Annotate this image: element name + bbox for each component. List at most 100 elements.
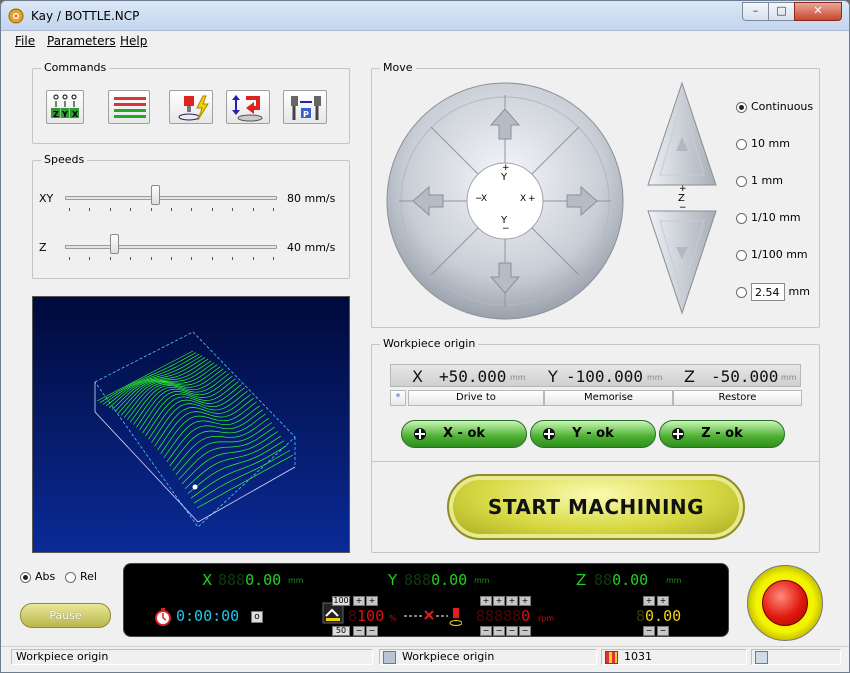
- mode-rel[interactable]: Rel: [65, 570, 97, 583]
- menu-file[interactable]: File: [15, 34, 35, 48]
- toolpath-line: [169, 413, 266, 467]
- z-offset-decrease-2-button[interactable]: −: [657, 626, 669, 636]
- emergency-stop-button[interactable]: [747, 565, 823, 641]
- speed-z-label: Z: [39, 241, 47, 254]
- mode-rel-radio[interactable]: [65, 571, 76, 583]
- feed-bottom-decrease-button[interactable]: −: [353, 626, 365, 636]
- spindle-dec-3-button[interactable]: −: [506, 626, 518, 636]
- step-10mm-radio[interactable]: [736, 138, 747, 150]
- reference-zyx-button[interactable]: Z Y X: [46, 90, 84, 124]
- origin-x-value: +50.000: [439, 367, 507, 386]
- x-ok-button[interactable]: X - ok: [401, 420, 527, 448]
- pause-button[interactable]: Pause: [20, 603, 111, 628]
- emergency-stop-cap[interactable]: [762, 580, 808, 626]
- speed-xy-track[interactable]: [65, 196, 277, 200]
- y-ok-button[interactable]: Y - ok: [530, 420, 656, 448]
- slider-tick: [252, 208, 254, 211]
- drive-to-button[interactable]: Drive to: [408, 390, 544, 406]
- step-custom[interactable]: 2.54 mm: [736, 283, 810, 301]
- timer-reset-button[interactable]: o: [251, 611, 263, 623]
- slider-tick: [211, 257, 213, 260]
- spindle-inc-1-button[interactable]: +: [480, 596, 492, 606]
- step-10mm[interactable]: 10 mm: [736, 137, 790, 150]
- program-list-button[interactable]: [108, 90, 150, 124]
- feed-top-decrease-button[interactable]: +: [366, 596, 378, 606]
- spindle-tool-button[interactable]: [169, 90, 213, 124]
- jog-z-up-arrow-icon: [647, 81, 717, 186]
- toolpath-line: [184, 435, 282, 490]
- spindle-inc-2-button[interactable]: +: [493, 596, 505, 606]
- z-offset-increase-2-button[interactable]: +: [657, 596, 669, 606]
- restore-button[interactable]: Restore: [673, 390, 802, 406]
- jog-y-plus-button[interactable]: [483, 123, 543, 133]
- toolpath-line: [148, 387, 245, 440]
- spindle-link-icon: [404, 608, 462, 626]
- z-offset-dim: 8: [636, 607, 646, 625]
- program-list-icon: [114, 97, 146, 118]
- slider-tick: [69, 257, 70, 260]
- spindle-unit: rpm: [538, 614, 555, 623]
- step-0-01mm[interactable]: 1/100 mm: [736, 248, 808, 261]
- minimize-button[interactable]: –: [742, 2, 769, 21]
- slider-tick: [109, 208, 111, 211]
- z-offset-increase-1-button[interactable]: +: [643, 596, 655, 606]
- step-1mm[interactable]: 1 mm: [736, 174, 783, 187]
- memorise-button[interactable]: Memorise: [544, 390, 673, 406]
- step-1mm-radio[interactable]: [736, 175, 747, 187]
- speed-xy-slider-thumb[interactable]: [150, 185, 160, 205]
- dro-y-unit: mm: [474, 576, 490, 585]
- step-10mm-label: 10 mm: [751, 137, 790, 150]
- step-0-01mm-label: 1/100 mm: [751, 248, 808, 261]
- spindle-dec-4-button[interactable]: −: [519, 626, 531, 636]
- mode-abs[interactable]: Abs: [20, 570, 55, 583]
- speed-z-ticks: [69, 257, 274, 261]
- dro-x-unit: mm: [288, 576, 304, 585]
- menu-bar: File Parameters Help: [1, 32, 849, 52]
- z-ok-button[interactable]: Z - ok: [659, 420, 785, 448]
- step-custom-radio[interactable]: [736, 286, 747, 298]
- z-offset-number: 0.00: [645, 607, 682, 625]
- svg-text:P: P: [303, 110, 309, 119]
- spindle-inc-4-button[interactable]: +: [519, 596, 531, 606]
- slider-tick: [191, 208, 193, 211]
- tool-length-button[interactable]: [226, 90, 270, 124]
- step-0-1mm-radio[interactable]: [736, 212, 747, 224]
- status-message: Workpiece origin: [11, 649, 373, 665]
- jog-z-minus-sign: −: [679, 203, 687, 213]
- step-continuous[interactable]: Continuous: [736, 100, 813, 113]
- speed-z-slider-thumb[interactable]: [109, 234, 119, 254]
- mode-rel-label: Rel: [80, 570, 97, 583]
- feed-bottom-increase-button[interactable]: −: [366, 626, 378, 636]
- menu-help[interactable]: Help: [120, 34, 147, 48]
- dro-x-number: 0.00: [245, 571, 282, 589]
- step-0-1mm[interactable]: 1/10 mm: [736, 211, 801, 224]
- tool-change-button[interactable]: P: [283, 90, 327, 124]
- origin-star-button[interactable]: *: [390, 390, 406, 406]
- machine-position-display: X 8880.00 mm Y 8880.00 mm Z 880.00 mm 0:…: [123, 563, 729, 637]
- speed-xy-label: XY: [39, 192, 54, 205]
- toolpath-preview[interactable]: [32, 296, 350, 553]
- spindle-dec-1-button[interactable]: −: [480, 626, 492, 636]
- spindle-dec-2-button[interactable]: −: [493, 626, 505, 636]
- close-button[interactable]: ✕: [794, 2, 842, 21]
- status-mode: Workpiece origin: [379, 649, 597, 665]
- speed-z-track[interactable]: [65, 245, 277, 249]
- maximize-button[interactable]: □: [768, 2, 795, 21]
- step-0-01mm-radio[interactable]: [736, 249, 747, 261]
- spindle-speed-value: 888880: [476, 607, 530, 625]
- slider-tick: [211, 208, 213, 211]
- x-ok-label: X - ok: [442, 426, 486, 441]
- workpiece-origin-label: Workpiece origin: [380, 337, 479, 350]
- menu-parameters[interactable]: Parameters: [47, 34, 116, 48]
- xy-jog-wheel: [386, 82, 624, 320]
- speeds-label: Speeds: [41, 153, 88, 166]
- reference-axes-icon: Z Y X: [51, 94, 79, 119]
- start-machining-button[interactable]: START MACHINING: [447, 474, 745, 540]
- z-offset-decrease-1-button[interactable]: −: [643, 626, 655, 636]
- step-custom-input[interactable]: 2.54: [751, 283, 785, 301]
- spindle-lightning-icon: [178, 95, 209, 121]
- step-continuous-radio[interactable]: [736, 101, 747, 113]
- feed-top-increase-button[interactable]: +: [353, 596, 365, 606]
- spindle-inc-3-button[interactable]: +: [506, 596, 518, 606]
- mode-abs-radio[interactable]: [20, 571, 31, 583]
